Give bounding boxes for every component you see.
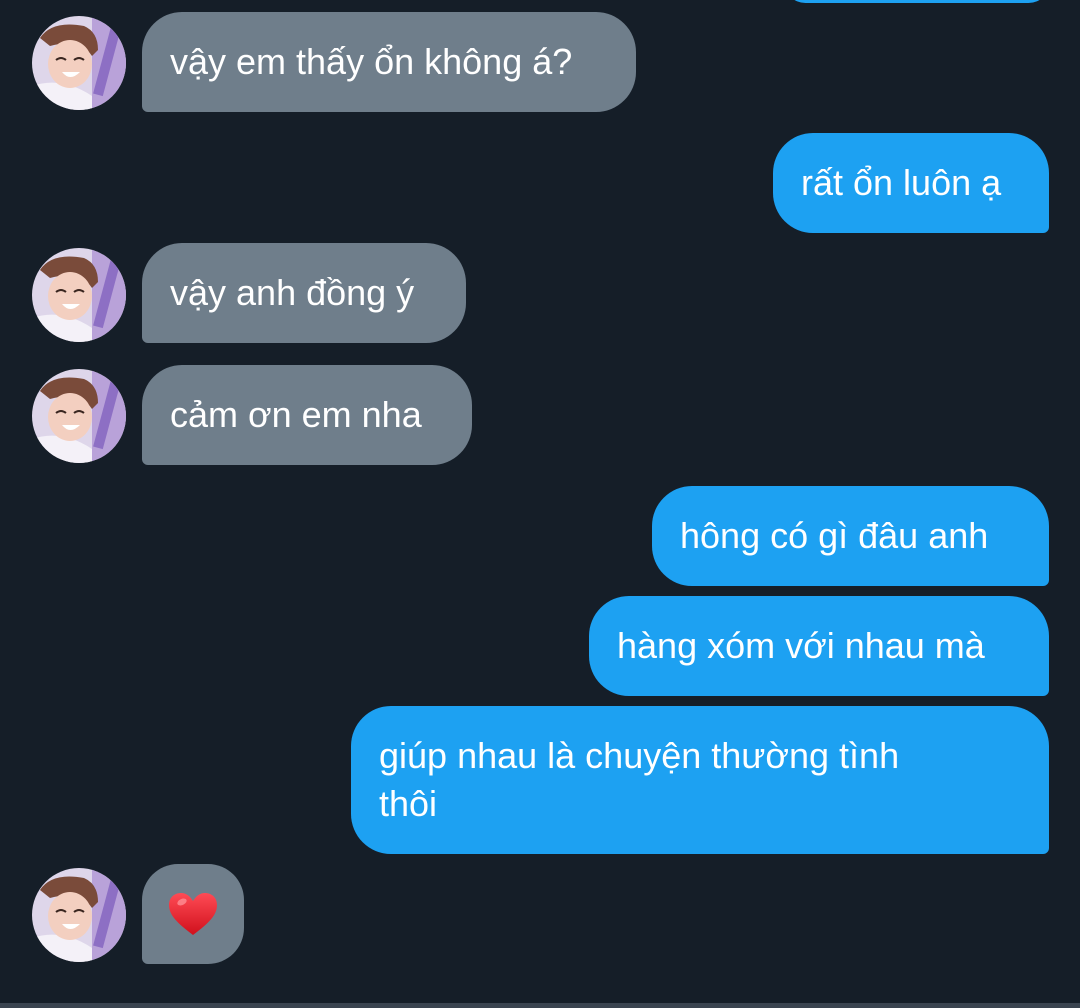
heart-icon [169, 893, 217, 935]
avatar[interactable] [32, 16, 126, 110]
message-bubble: hàng xóm với nhau mà [589, 596, 1049, 696]
profile-photo-icon [32, 369, 126, 463]
message-bubble: vậy anh đồng ý [142, 243, 466, 343]
message-outgoing[interactable]: rất ổn luôn ạ [773, 133, 1049, 233]
message-incoming[interactable] [142, 864, 244, 964]
message-bubble: vậy em thấy ổn không á? [142, 12, 636, 112]
message-bubble: hông có gì đâu anh [652, 486, 1049, 586]
message-bubble: rất ổn luôn ạ [773, 133, 1049, 233]
chat-thread: vậy em thấy ổn không á? rất ổn luôn ạ vậ… [0, 0, 1080, 1008]
message-bubble: giúp nhau là chuyện thường tình thôi [351, 706, 1049, 854]
profile-photo-icon [32, 868, 126, 962]
avatar[interactable] [32, 868, 126, 962]
message-incoming[interactable]: vậy anh đồng ý [142, 243, 466, 343]
outgoing-message-partial[interactable] [784, 0, 1050, 3]
message-outgoing[interactable]: giúp nhau là chuyện thường tình thôi [351, 706, 1049, 854]
divider [0, 1003, 1080, 1008]
profile-photo-icon [32, 248, 126, 342]
message-outgoing[interactable]: hàng xóm với nhau mà [589, 596, 1049, 696]
avatar[interactable] [32, 369, 126, 463]
message-incoming[interactable]: vậy em thấy ổn không á? [142, 12, 636, 112]
message-incoming[interactable]: cảm ơn em nha [142, 365, 472, 465]
message-bubble [142, 864, 244, 964]
message-outgoing[interactable]: hông có gì đâu anh [652, 486, 1049, 586]
profile-photo-icon [32, 16, 126, 110]
message-bubble: cảm ơn em nha [142, 365, 472, 465]
avatar[interactable] [32, 248, 126, 342]
